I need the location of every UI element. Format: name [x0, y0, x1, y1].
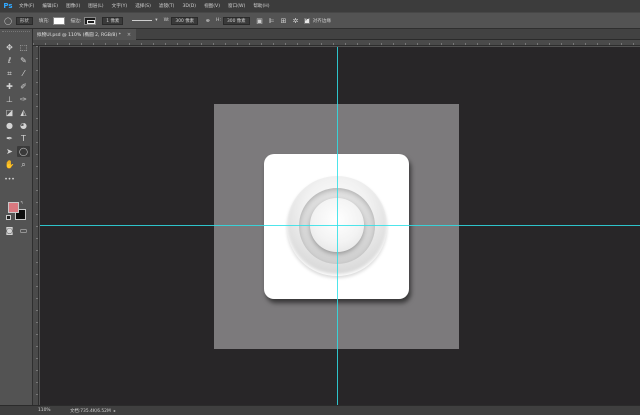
canvas-area[interactable] [40, 47, 640, 405]
screen-mode-icon[interactable]: ▭ [17, 225, 30, 236]
path-selection-tool-icon[interactable]: ➤ [3, 146, 16, 157]
menu-bar: Ps 文件(F) 编辑(E) 图像(I) 图层(L) 文字(Y) 选择(S) 滤… [0, 0, 640, 12]
close-icon[interactable]: × [127, 32, 131, 38]
type-tool-icon[interactable]: T [17, 133, 30, 144]
eyedropper-tool-icon[interactable]: ⁄ [17, 68, 30, 79]
height-field[interactable]: 300 像素 [223, 16, 250, 25]
hand-tool-icon[interactable]: ✋ [3, 159, 16, 170]
gear-icon[interactable]: ✲ [292, 17, 300, 25]
stroke-width-control[interactable]: 1 像素 [102, 16, 124, 25]
stroke-swatch[interactable] [84, 16, 97, 25]
move-tool-icon[interactable]: ✥ [3, 42, 16, 53]
fill-swatch[interactable] [52, 16, 65, 25]
width-label: W: [163, 18, 170, 23]
foreground-color-swatch[interactable] [8, 202, 19, 213]
stroke-control[interactable]: 描边: [70, 16, 97, 25]
quick-mask-icon[interactable]: ◙ [3, 225, 16, 236]
menu-filter[interactable]: 滤镜(T) [155, 3, 179, 9]
blur-tool-icon[interactable]: ● [3, 120, 16, 131]
eraser-tool-icon[interactable]: ◪ [3, 107, 16, 118]
paint-bucket-tool-icon[interactable]: ◭ [17, 107, 30, 118]
ellipse-tool-icon[interactable]: ◯ [17, 146, 30, 157]
chevron-right-icon[interactable]: ▸ [114, 408, 116, 413]
menu-layer[interactable]: 图层(L) [84, 3, 107, 9]
menu-3d[interactable]: 3D(D) [178, 4, 200, 9]
width-control[interactable]: W: 300 像素 [163, 16, 198, 25]
swap-colors-icon[interactable]: ↰ [20, 200, 23, 205]
more-tools-icon[interactable]: ••• [3, 174, 16, 185]
menu-view[interactable]: 视图(V) [200, 3, 224, 9]
toolbar-grip[interactable] [2, 31, 30, 34]
shape-mode-value: 形状 [16, 16, 33, 25]
height-control[interactable]: H: 300 像素 [215, 16, 250, 25]
shape-mode-select[interactable]: 形状 [16, 16, 33, 25]
path-arrangement-icon[interactable]: ⊞ [280, 17, 288, 25]
width-field[interactable]: 300 像素 [171, 16, 198, 25]
default-colors-icon[interactable] [6, 215, 11, 220]
stroke-label: 描边: [70, 18, 82, 24]
quick-select-tool-icon[interactable]: ✎ [17, 55, 30, 66]
pen-tool-icon[interactable]: ✒ [3, 133, 16, 144]
menu-edit[interactable]: 编辑(E) [38, 3, 62, 9]
chevron-down-icon: ▾ [155, 18, 158, 23]
document-info: 文档:735.4K/6.52M [70, 408, 111, 414]
height-label: H: [215, 18, 221, 23]
clone-stamp-tool-icon[interactable]: ⊥ [3, 94, 16, 105]
tools-panel: ✥ ⬚ ℓ ✎ ⌗ ⁄ ✚ ✐ ⊥ ✑ ◪ ◭ ● ◕ ✒ T ➤ ◯ ✋ ⌕ … [0, 29, 33, 405]
healing-brush-tool-icon[interactable]: ✚ [3, 81, 16, 92]
history-brush-tool-icon[interactable]: ✑ [17, 94, 30, 105]
status-bar: 110% 文档:735.4K/6.52M ▸ [0, 405, 640, 415]
marquee-tool-icon[interactable]: ⬚ [17, 42, 30, 53]
document-tab-bar: 拟物UI.psd @ 110% (椭圆 2, RGB/8) * × [33, 29, 640, 40]
path-operations-icon[interactable]: ▣ [256, 17, 264, 25]
menu-image[interactable]: 图像(I) [62, 3, 84, 9]
vertical-ruler[interactable] [33, 46, 39, 405]
options-bar: ◯ 形状 填充: 描边: 1 像素 ▾ W: 300 像素 ⚭ H: 300 像… [0, 12, 640, 29]
align-edges-label: 对齐边缘 [312, 18, 331, 24]
menu-type[interactable]: 文字(Y) [108, 3, 132, 9]
document-tab[interactable]: 拟物UI.psd @ 110% (椭圆 2, RGB/8) * × [33, 29, 137, 40]
fill-control[interactable]: 填充: [38, 16, 65, 25]
fill-label: 填充: [38, 18, 50, 24]
lasso-tool-icon[interactable]: ℓ [3, 55, 16, 66]
zoom-level[interactable]: 110% [38, 408, 66, 413]
document-tab-title: 拟物UI.psd @ 110% (椭圆 2, RGB/8) * [37, 32, 121, 38]
ellipse-tool-preset-icon[interactable]: ◯ [4, 17, 12, 25]
crop-tool-icon[interactable]: ⌗ [3, 68, 16, 79]
menu-help[interactable]: 帮助(H) [249, 3, 273, 9]
align-edges-control[interactable]: 对齐边缘 [303, 17, 331, 24]
menu-window[interactable]: 窗口(W) [224, 3, 249, 9]
link-icon[interactable]: ⚭ [204, 17, 212, 25]
stroke-width-field[interactable]: 1 像素 [102, 16, 124, 25]
path-alignment-icon[interactable]: ⊫ [268, 17, 276, 25]
brush-tool-icon[interactable]: ✐ [17, 81, 30, 92]
horizontal-guide[interactable] [40, 225, 640, 226]
menu-select[interactable]: 选择(S) [131, 3, 155, 9]
vertical-guide[interactable] [337, 47, 338, 405]
photoshop-logo: Ps [3, 2, 13, 10]
stroke-type-control[interactable]: ▾ [129, 18, 158, 23]
horizontal-ruler[interactable] [33, 40, 640, 46]
zoom-tool-icon[interactable]: ⌕ [17, 159, 30, 170]
align-edges-checkbox[interactable] [303, 17, 310, 24]
dodge-tool-icon[interactable]: ◕ [17, 120, 30, 131]
stroke-type-line [132, 20, 153, 21]
menu-file[interactable]: 文件(F) [15, 3, 38, 9]
